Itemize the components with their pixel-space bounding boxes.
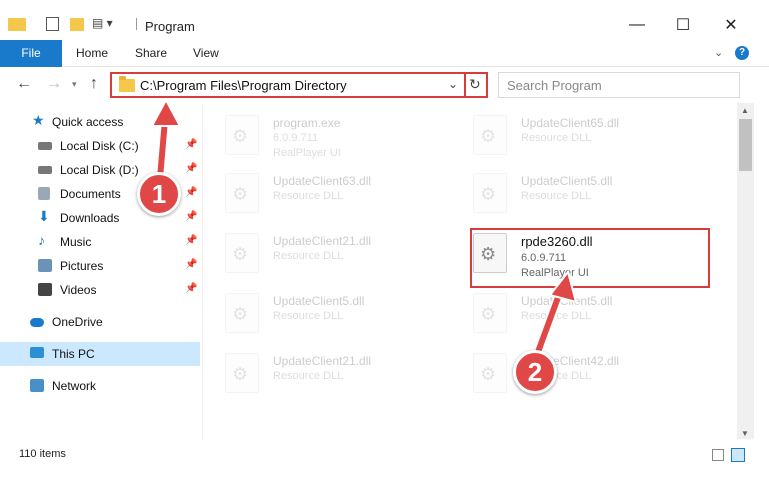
step-1-badge: 1 <box>137 172 181 216</box>
annotation-arrows <box>150 97 578 357</box>
step-2-badge: 2 <box>513 350 557 394</box>
arrow-1-head <box>150 97 182 127</box>
arrow-2-shaft <box>535 289 563 355</box>
